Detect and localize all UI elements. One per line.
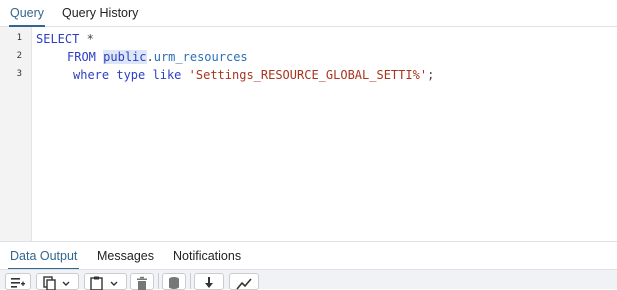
string-literal: 'Settings_RESOURCE_GLOBAL_SETTI%' <box>188 68 428 82</box>
add-row-button[interactable] <box>5 273 31 290</box>
toolbar-separator <box>190 273 191 289</box>
column-name: type <box>116 68 146 82</box>
delete-button[interactable] <box>130 273 154 290</box>
tab-data-output[interactable]: Data Output <box>7 242 80 270</box>
data-toolbar <box>0 269 617 290</box>
query-tab-bar: Query Query History <box>0 0 617 27</box>
download-button[interactable] <box>194 273 224 290</box>
from-keyword: FROM <box>67 50 96 64</box>
dot: . <box>146 50 154 64</box>
select-star: * <box>79 32 94 46</box>
sql-editor[interactable]: 1 2 3 SELECT * FROM public.urm_resources… <box>0 27 617 241</box>
tab-query[interactable]: Query <box>8 0 46 27</box>
line-number: 1 <box>16 33 22 43</box>
code-line-3: where type like 'Settings_RESOURCE_GLOBA… <box>73 68 434 82</box>
tab-messages[interactable]: Messages <box>97 242 154 270</box>
schema-name: public <box>103 50 147 64</box>
where-keyword: where <box>73 68 110 82</box>
table-name: urm_resources <box>153 50 248 64</box>
like-keyword: like <box>152 68 182 82</box>
select-keyword: SELECT <box>36 32 80 46</box>
save-data-button[interactable] <box>162 273 186 290</box>
graph-button[interactable] <box>229 273 259 290</box>
output-tab-bar: Data Output Messages Notifications <box>0 241 617 270</box>
semicolon: ; <box>427 68 435 82</box>
tab-query-history[interactable]: Query History <box>62 0 138 26</box>
line-number-gutter: 1 2 3 <box>0 27 32 241</box>
tab-notifications[interactable]: Notifications <box>173 242 241 270</box>
copy-button[interactable] <box>36 273 79 290</box>
code-area[interactable]: SELECT * FROM public.urm_resources where… <box>36 27 617 241</box>
line-number: 3 <box>16 69 22 79</box>
line-number: 2 <box>16 51 22 61</box>
toolbar-separator <box>158 273 159 289</box>
paste-button[interactable] <box>84 273 127 290</box>
code-line-2: FROM public.urm_resources <box>67 50 248 64</box>
code-line-1: SELECT * <box>36 32 94 46</box>
